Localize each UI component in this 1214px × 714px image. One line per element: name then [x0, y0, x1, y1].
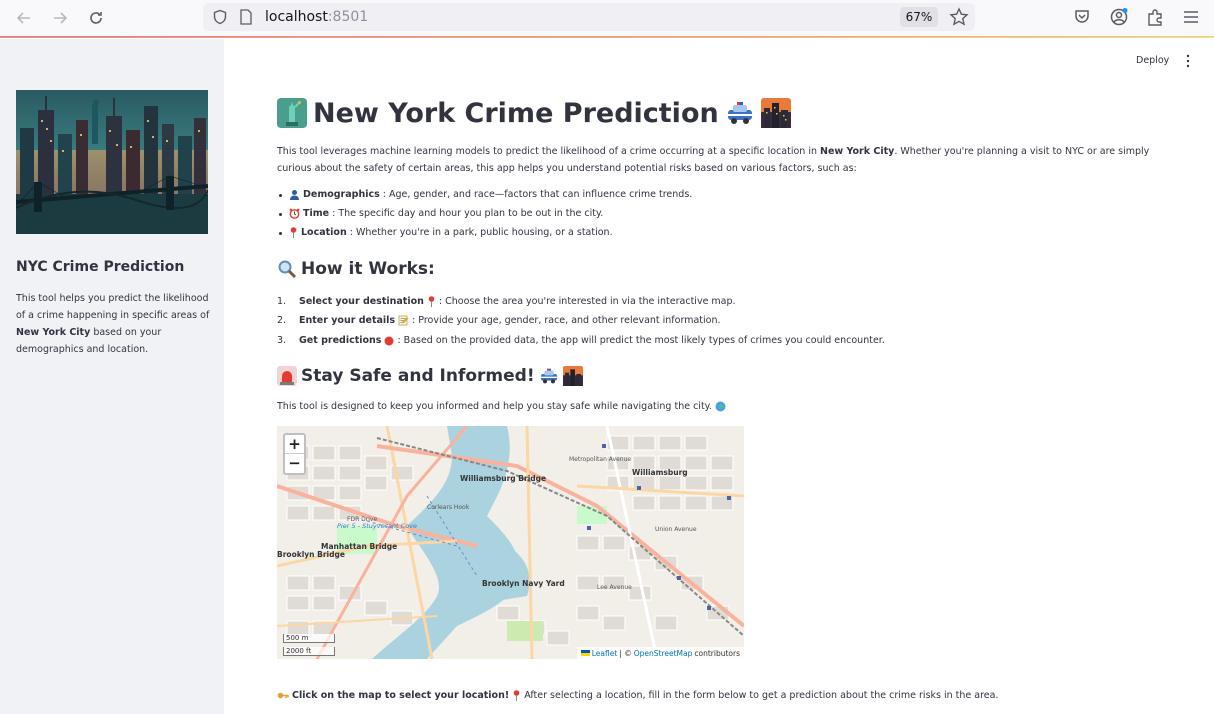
arrow-right-icon	[54, 12, 68, 24]
pocket-icon[interactable]	[1072, 7, 1092, 27]
step-item: 3. Get predictions : Based on the provide…	[277, 335, 885, 346]
url-text[interactable]: localhost:8501	[265, 9, 368, 25]
pin-icon	[513, 690, 520, 701]
zoom-out-button[interactable]: −	[285, 454, 304, 473]
stay-safe-heading: Stay Safe and Informed!	[277, 366, 583, 386]
map-instruction: Click on the map to select your location…	[277, 690, 998, 701]
statue-of-liberty-icon	[277, 98, 307, 128]
police-car-icon	[540, 368, 557, 384]
alarm-clock-icon	[289, 208, 300, 219]
map-label: Williamsburg Bridge	[460, 474, 547, 483]
arrow-left-icon	[16, 12, 30, 24]
scale-metric: 500 m	[283, 634, 335, 643]
red-circle-icon	[384, 336, 394, 345]
extensions-icon[interactable]	[1145, 7, 1165, 27]
nyc-skyline-image	[16, 90, 208, 234]
safe-text: This tool is designed to keep you inform…	[277, 401, 726, 412]
scale-imperial: 2000 ft	[283, 647, 335, 656]
list-item: Time: The specific day and hour you plan…	[279, 208, 603, 219]
map-label: Corlears Hook	[427, 504, 470, 511]
osm-link[interactable]: OpenStreetMap	[634, 649, 693, 658]
intro-paragraph: This tool leverages machine learning mod…	[277, 146, 1150, 174]
deploy-button[interactable]: Deploy	[1136, 55, 1169, 66]
sidebar-title: NYC Crime Prediction	[16, 259, 185, 275]
list-item: Location: Whether you're in a park, publ…	[279, 227, 613, 238]
sidebar: NYC Crime Prediction This tool helps you…	[0, 39, 224, 714]
interactive-map[interactable]: Williamsburg Bridge Williamsburg Manhatt…	[277, 426, 744, 659]
list-item: Demographics: Age, gender, and race—fact…	[279, 189, 692, 200]
cityscape-dusk-icon	[562, 366, 583, 386]
page-title: New York Crime Prediction	[277, 95, 791, 131]
pin-icon	[428, 296, 435, 307]
back-button[interactable]	[10, 4, 38, 32]
leaflet-link[interactable]: Leaflet	[592, 649, 618, 658]
page-load-line	[0, 36, 1214, 38]
account-icon[interactable]	[1109, 7, 1129, 27]
how-it-works-heading: How it Works:	[277, 259, 435, 279]
kebab-menu-icon[interactable]	[1184, 54, 1192, 68]
menu-icon[interactable]	[1181, 7, 1201, 27]
bust-icon	[290, 190, 299, 200]
police-car-icon	[727, 102, 752, 124]
reload-button[interactable]	[82, 4, 110, 32]
reload-icon	[90, 12, 102, 24]
cityscape-dusk-icon	[760, 98, 791, 128]
globe-icon	[715, 401, 726, 412]
ukraine-flag-icon	[580, 650, 590, 656]
url-bar[interactable]: localhost:8501 67%	[203, 3, 975, 31]
page-icon	[240, 9, 252, 25]
magnifier-icon	[278, 260, 297, 279]
police-light-icon	[277, 366, 297, 386]
map-attribution: Leaflet | © OpenStreetMap contributors	[576, 647, 744, 659]
key-icon	[277, 692, 289, 699]
forward-button[interactable]	[46, 4, 74, 32]
map-label: Brooklyn Bridge	[277, 550, 345, 559]
pin-icon	[290, 227, 297, 238]
zoom-in-button[interactable]: +	[285, 435, 304, 454]
memo-icon	[398, 315, 409, 326]
map-zoom-control: + −	[283, 433, 306, 475]
map-label: Union Avenue	[655, 526, 697, 533]
step-item: 1. Select your destination : Choose the a…	[277, 296, 736, 307]
sidebar-description: This tool helps you predict the likeliho…	[16, 293, 210, 355]
map-label: Williamsburg	[632, 468, 688, 477]
shield-icon[interactable]	[212, 9, 228, 25]
browser-toolbar: localhost:8501 67%	[0, 0, 1214, 38]
map-label: Brooklyn Navy Yard	[482, 579, 565, 588]
bookmark-star-icon[interactable]	[949, 7, 969, 27]
map-label: Metropolitan Avenue	[569, 456, 632, 463]
zoom-level-badge[interactable]: 67%	[900, 7, 938, 27]
map-label: Pier 5 - Stuyvesant Cove	[337, 522, 418, 530]
step-item: 2. Enter your details : Provide your age,…	[277, 315, 721, 326]
map-label: Lee Avenue	[597, 584, 632, 591]
